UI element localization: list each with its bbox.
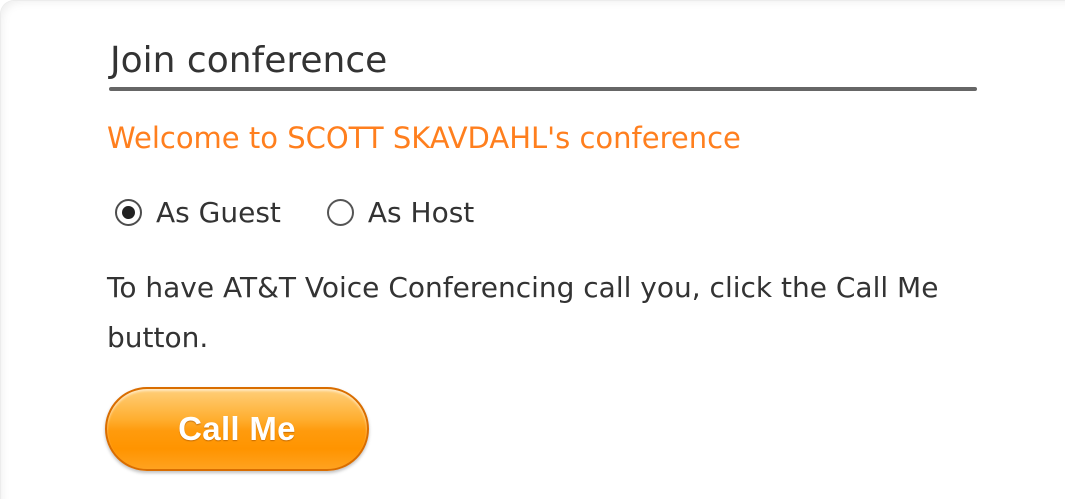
page-title: Join conference [110, 40, 388, 81]
guest-radio-button[interactable] [115, 198, 142, 226]
host-radio-button[interactable] [326, 198, 354, 226]
welcome-message: Welcome to SCOTT SKAVDAHL's conference [107, 121, 741, 155]
guest-radio-option[interactable]: As Guest [115, 196, 281, 229]
guest-radio-label[interactable]: As Guest [156, 196, 281, 229]
title-divider [109, 87, 977, 91]
call-me-button[interactable]: Call Me [105, 387, 369, 471]
call-me-button-label[interactable]: Call Me [178, 410, 296, 448]
role-radio-group: As Guest As Host [115, 192, 474, 232]
call-me-instructions: To have AT&T Voice Conferencing call you… [107, 271, 939, 354]
join-conference-panel: Join conference Welcome to SCOTT SKAVDAH… [0, 0, 1065, 499]
host-radio-option[interactable]: As Host [326, 196, 474, 229]
host-radio-label[interactable]: As Host [368, 196, 474, 229]
